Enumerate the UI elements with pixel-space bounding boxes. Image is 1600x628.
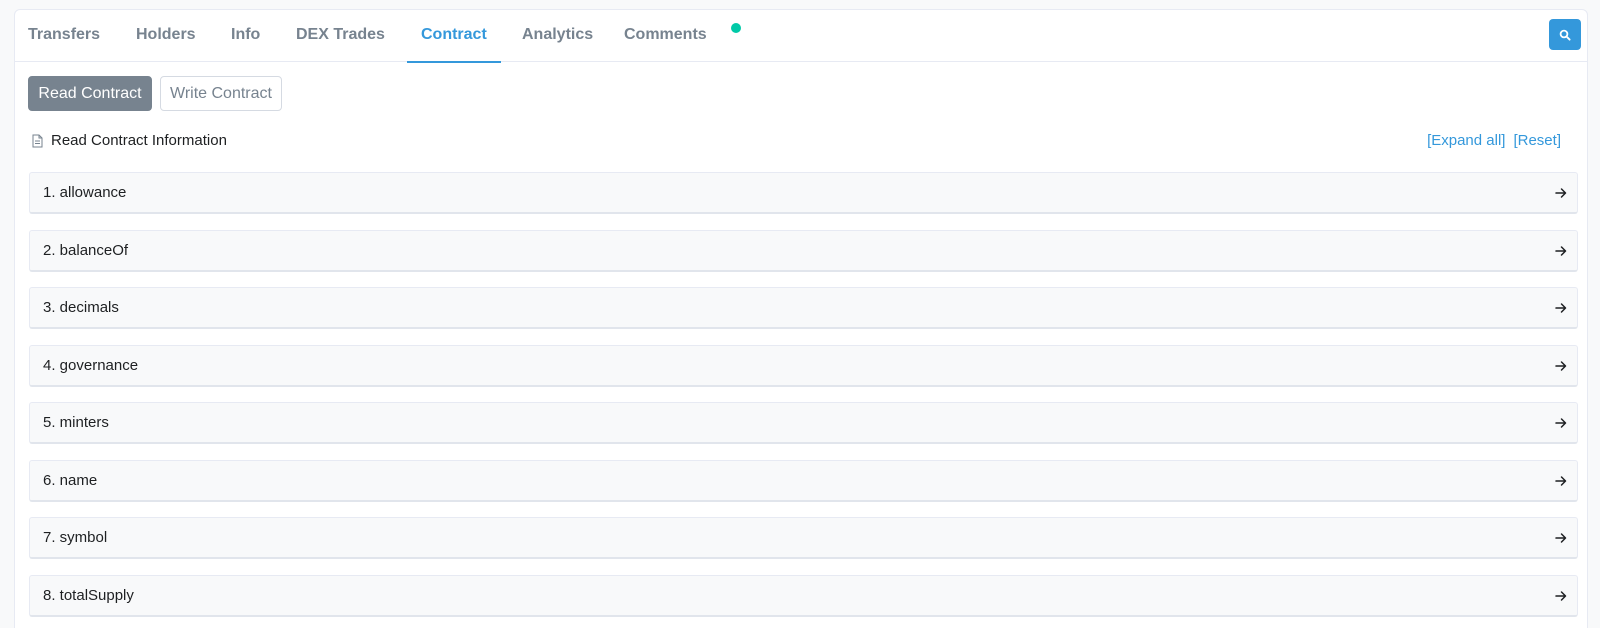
- function-label: 8. totalSupply: [43, 586, 134, 604]
- tab-contract[interactable]: Contract: [407, 10, 501, 63]
- tab-info[interactable]: Info: [231, 10, 260, 62]
- function-item-balanceof[interactable]: 2. balanceOf: [29, 229, 1578, 272]
- arrow-right-icon: [1555, 590, 1567, 602]
- reset-link[interactable]: [Reset]: [1513, 132, 1561, 149]
- function-item-totalsupply[interactable]: 8. totalSupply: [29, 574, 1578, 617]
- tab-dex-trades[interactable]: DEX Trades: [296, 10, 385, 62]
- function-item-minters[interactable]: 5. minters: [29, 402, 1578, 444]
- arrow-right-icon: [1555, 360, 1567, 372]
- search-button[interactable]: [1549, 19, 1581, 50]
- tab-analytics[interactable]: Analytics: [522, 10, 593, 62]
- tab-holders[interactable]: Holders: [136, 10, 196, 62]
- tab-transfers[interactable]: Transfers: [28, 10, 100, 62]
- tab-bar: Transfers Holders Info DEX Trades Contra…: [15, 10, 1587, 63]
- function-label: 6. name: [43, 471, 98, 489]
- arrow-right-icon: [1555, 302, 1567, 314]
- read-contract-button[interactable]: Read Contract: [28, 76, 152, 111]
- function-item-symbol[interactable]: 7. symbol: [29, 517, 1578, 559]
- function-item-governance[interactable]: 4. governance: [29, 344, 1578, 387]
- function-item-allowance[interactable]: 1. allowance: [29, 172, 1578, 214]
- arrow-right-icon: [1555, 245, 1567, 257]
- function-item-name[interactable]: 6. name: [29, 459, 1578, 502]
- expand-all-link[interactable]: [Expand all]: [1427, 132, 1505, 149]
- search-icon: [1559, 29, 1571, 41]
- function-label: 4. governance: [43, 356, 139, 374]
- arrow-right-icon: [1555, 532, 1567, 544]
- function-label: 3. decimals: [43, 299, 119, 316]
- read-contract-header: Read Contract Information: [32, 132, 227, 149]
- function-label: 5. minters: [43, 414, 109, 431]
- function-label: 7. symbol: [43, 529, 108, 546]
- document-icon: [32, 134, 43, 148]
- notification-dot: [731, 23, 741, 33]
- tab-comments[interactable]: Comments: [624, 10, 707, 62]
- read-contract-title: Read Contract Information: [51, 132, 227, 149]
- arrow-right-icon: [1555, 417, 1567, 429]
- header-links: [Expand all] [Reset]: [1419, 132, 1561, 149]
- function-label: 1. allowance: [43, 184, 127, 201]
- write-contract-button[interactable]: Write Contract: [160, 76, 282, 111]
- arrow-right-icon: [1555, 187, 1567, 199]
- function-item-decimals[interactable]: 3. decimals: [29, 287, 1578, 329]
- arrow-right-icon: [1555, 475, 1567, 487]
- function-list: 1. allowance 2. balanceOf 3. decimals 4.…: [29, 172, 1578, 628]
- function-label: 2. balanceOf: [43, 241, 129, 259]
- contract-card: Transfers Holders Info DEX Trades Contra…: [14, 9, 1588, 628]
